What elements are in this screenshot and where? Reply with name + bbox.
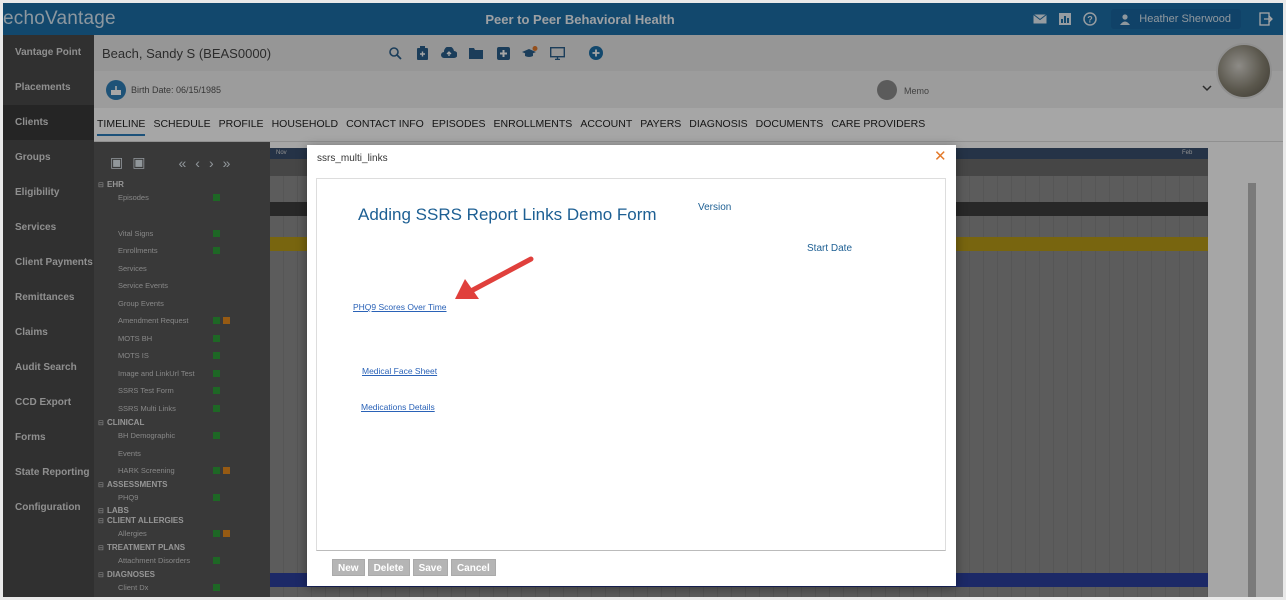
form-title: Adding SSRS Report Links Demo Form bbox=[358, 205, 657, 224]
annotation-arrow-icon bbox=[455, 256, 534, 299]
start-date-label: Start Date bbox=[807, 243, 853, 254]
phq9-report-link[interactable]: PHQ9 Scores Over Time bbox=[353, 302, 447, 312]
form-body: Adding SSRS Report Links Demo Form Versi… bbox=[316, 178, 946, 551]
medical-face-sheet-link[interactable]: Medical Face Sheet bbox=[362, 366, 437, 376]
form-buttons: New Delete Save Cancel bbox=[332, 559, 499, 576]
dialog-title: ssrs_multi_links bbox=[317, 153, 388, 164]
delete-button[interactable]: Delete bbox=[367, 559, 410, 576]
close-icon[interactable]: ✕ bbox=[934, 147, 947, 165]
medications-details-link[interactable]: Medications Details bbox=[361, 402, 435, 412]
ssrs-dialog: ssrs_multi_links ✕ Adding SSRS Report Li… bbox=[307, 145, 956, 586]
new-button[interactable]: New bbox=[332, 559, 365, 576]
version-label: Version bbox=[698, 202, 732, 213]
save-button[interactable]: Save bbox=[412, 559, 448, 576]
app-window: echoVantage Peer to Peer Behavioral Heal… bbox=[3, 3, 1283, 597]
cancel-button[interactable]: Cancel bbox=[450, 559, 496, 576]
